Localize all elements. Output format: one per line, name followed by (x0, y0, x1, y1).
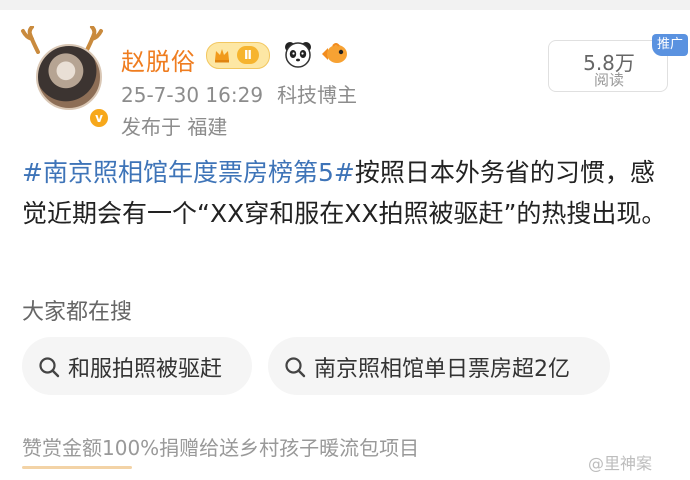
post-content: #南京照相馆年度票房榜第5#按照日本外务省的习惯，感觉近期会有一个“XX穿和服在… (22, 152, 672, 234)
post-datetime: 25-7-30 16:29 (121, 83, 264, 107)
antler-left-icon (21, 26, 40, 54)
avatar[interactable] (36, 44, 102, 110)
vip-badge[interactable]: Ⅱ (206, 42, 270, 69)
verified-badge-icon: v (88, 107, 110, 129)
read-label: 阅读 (593, 71, 624, 89)
avatar-container[interactable]: v (14, 26, 110, 129)
hashtag-link[interactable]: #南京照相馆年度票房榜第5# (22, 158, 355, 187)
donation-underline (22, 466, 132, 469)
top-divider (0, 0, 690, 10)
watermark: @里神案 (588, 454, 653, 473)
search-chip-label: 南京照相馆单日票房超2亿 (314, 357, 570, 382)
donation-note[interactable]: 赞赏金额100%捐赠给送乡村孩子暖流包项目 (22, 432, 419, 461)
crown-icon (215, 49, 229, 63)
search-section-title: 大家都在搜 (22, 300, 133, 325)
read-count-box: 5.8万 阅读 (548, 40, 668, 92)
search-chip[interactable]: 南京照相馆单日票房超2亿 (268, 337, 610, 395)
fish-icon (322, 43, 347, 63)
search-chip-label: 和服拍照被驱赶 (68, 357, 223, 382)
search-icon (285, 357, 306, 378)
panda-icon (285, 42, 311, 68)
post-location: 发布于 福建 (121, 115, 228, 139)
search-icon (39, 357, 60, 378)
post-meta: 25-7-30 16:29 科技博主 (121, 79, 357, 108)
search-chip[interactable]: 和服拍照被驱赶 (22, 337, 252, 395)
vip-level: Ⅱ (237, 46, 259, 64)
author-role: 科技博主 (277, 83, 358, 107)
username[interactable]: 赵脱俗 (121, 42, 196, 77)
ad-tag: 推广 (652, 34, 688, 56)
